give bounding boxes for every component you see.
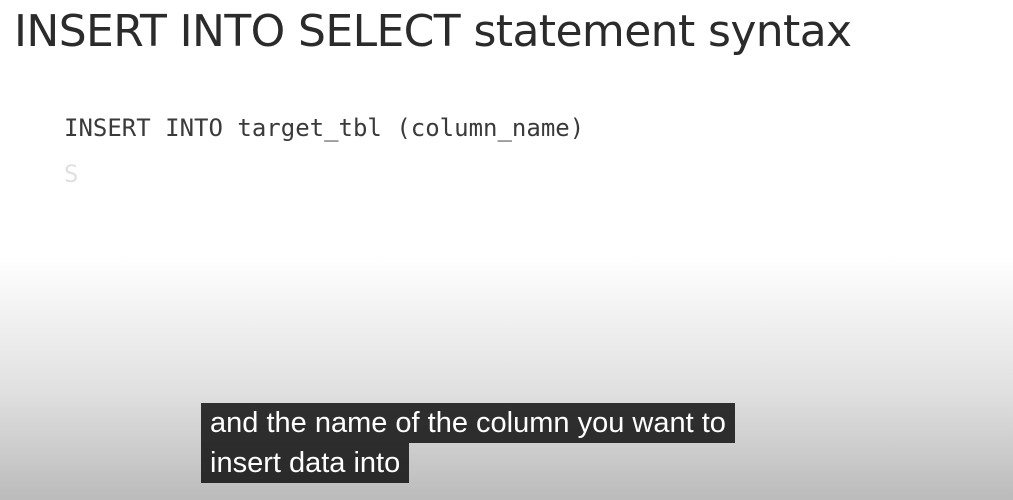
caption-line-1: and the name of the column you want to — [201, 403, 735, 443]
code-line-partial: S — [64, 160, 79, 188]
caption-line-2: insert data into — [201, 443, 410, 483]
code-line-insert: INSERT INTO target_tbl (column_name) — [64, 114, 585, 142]
subtitle-captions: and the name of the column you want to i… — [201, 403, 735, 483]
video-frame: INSERT INTO SELECT statement syntax INSE… — [0, 0, 1013, 500]
slide-title: INSERT INTO SELECT statement syntax — [14, 6, 852, 57]
